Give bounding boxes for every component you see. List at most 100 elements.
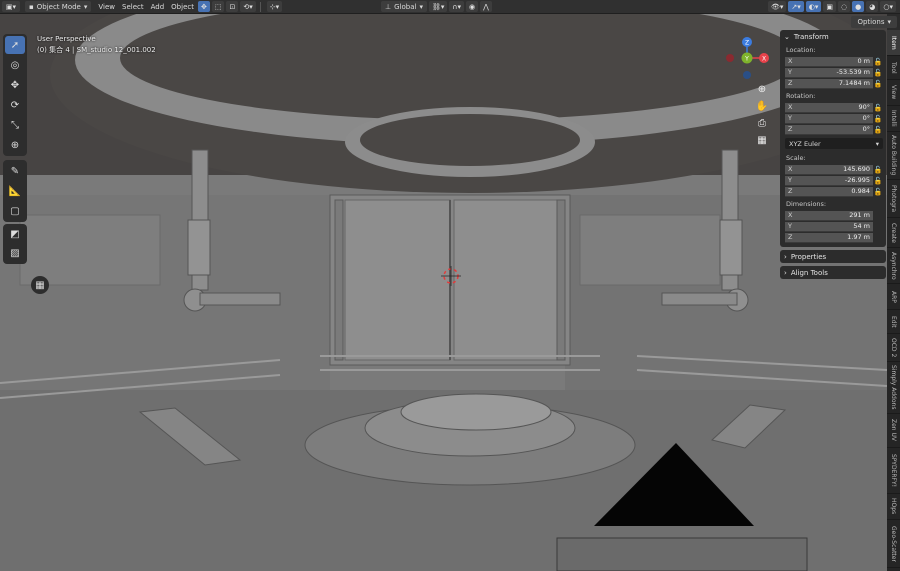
overlay-toggle[interactable]: ◐▾ xyxy=(805,1,822,12)
tab-tool[interactable]: Tool xyxy=(887,56,900,80)
tab-hops[interactable]: HOps xyxy=(887,494,900,520)
dimensions-x-field[interactable]: X 291 m xyxy=(785,210,873,221)
shading-rendered[interactable]: ○▾ xyxy=(880,1,896,12)
snap-icon-button[interactable]: ⬚ xyxy=(211,1,225,12)
tab-photogra[interactable]: Photogra xyxy=(887,180,900,218)
lock-icon[interactable]: 🔓 xyxy=(873,104,883,112)
crosshair-icon: ◎ xyxy=(10,59,20,71)
tab-intelli[interactable]: Intelli xyxy=(887,106,900,132)
rotation-y-field[interactable]: Y 0° xyxy=(785,113,873,124)
gizmo-toggle[interactable]: ↗▾ xyxy=(788,1,804,12)
pan-button[interactable]: ✋ xyxy=(755,99,769,113)
dimensions-y-field[interactable]: Y 54 m xyxy=(785,221,873,232)
select-tool[interactable]: ➚ xyxy=(5,36,25,54)
tab-spyderfy[interactable]: SPYDERFY! xyxy=(887,448,900,494)
dimensions-label: Dimensions: xyxy=(786,200,827,208)
lock-icon[interactable]: 🔓 xyxy=(873,166,883,174)
rotation-x-field[interactable]: X 90° xyxy=(785,102,873,113)
orientation-group: ⊥ Global ▾ ⛓▾ ∩▾ ◉ ⋀ xyxy=(378,1,492,12)
extra-tool-2[interactable]: ▨ xyxy=(5,245,25,262)
navigation-gizmo[interactable]: Z X Y xyxy=(722,36,770,84)
tab-auto-building[interactable]: Auto Building xyxy=(887,132,900,180)
tab-geo-scatter[interactable]: Geo-Scatter xyxy=(887,520,900,568)
tab-asynchro[interactable]: Asynchro xyxy=(887,248,900,284)
proportional-button[interactable]: ⊡ xyxy=(226,1,239,12)
tab-ocd-2[interactable]: OCD 2 xyxy=(887,334,900,362)
shading-material[interactable]: ◕ xyxy=(866,1,879,12)
lock-icon[interactable]: 🔓 xyxy=(873,177,883,185)
orientation-dropdown[interactable]: ⊥ Global ▾ xyxy=(381,1,427,12)
location-z-field[interactable]: Z 7.1484 m xyxy=(785,78,873,89)
3d-viewport[interactable]: User Perspective (0) 集合 4 | SM_studio 12… xyxy=(0,14,887,571)
menu-object[interactable]: Object xyxy=(171,3,194,11)
tab-zen-uv[interactable]: Zen UV xyxy=(887,414,900,448)
chevron-down-icon: ▾ xyxy=(887,18,891,26)
lock-icon[interactable]: 🔓 xyxy=(873,58,883,66)
tab-item[interactable]: Item xyxy=(887,30,900,56)
falloff-button[interactable]: ⋀ xyxy=(480,1,492,12)
dimensions-z-field[interactable]: Z 1.97 m xyxy=(785,232,873,243)
properties-header[interactable]: › Properties xyxy=(780,250,886,263)
location-y-row: Y -53.539 m 🔓 xyxy=(785,67,883,78)
tab-edit[interactable]: Edit xyxy=(887,310,900,334)
transform-gizmo-toggle[interactable]: ✥ xyxy=(197,1,210,12)
lock-icon[interactable]: 🔓 xyxy=(873,126,883,134)
lock-icon[interactable]: 🔓 xyxy=(873,69,883,77)
location-x-field[interactable]: X0 m xyxy=(785,56,873,67)
lock-icon[interactable]: 🔓 xyxy=(873,188,883,196)
neg-x-axis-handle[interactable] xyxy=(726,54,734,62)
lock-icon[interactable]: 🔓 xyxy=(873,80,883,88)
scale-tool[interactable]: ⤡ xyxy=(5,116,25,134)
camera-lock-button[interactable]: ▦ xyxy=(31,276,49,294)
extra-tool-1[interactable]: ◩ xyxy=(5,226,25,243)
scale-z-row: Z 0.984 🔓 xyxy=(785,186,883,197)
tab-view[interactable]: View xyxy=(887,80,900,106)
align-tools-panel[interactable]: › Align Tools xyxy=(780,266,886,279)
rotation-z-field[interactable]: Z 0° xyxy=(785,124,873,135)
menu-select[interactable]: Select xyxy=(122,3,144,11)
rotate-tool[interactable]: ⟳ xyxy=(5,96,25,114)
tool-shelf-bottom: ◩ ▨ xyxy=(3,224,27,264)
proportional-edit-toggle[interactable]: ◉ xyxy=(466,1,479,12)
transform-options-button[interactable]: ⟲▾ xyxy=(240,1,256,12)
transform-header[interactable]: ⌄ Transform xyxy=(780,30,886,43)
tab-arp[interactable]: ARP xyxy=(887,284,900,310)
measure-tool[interactable]: 📐 xyxy=(5,182,25,200)
mode-dropdown[interactable]: ▪ Object Mode ▾ xyxy=(25,1,92,12)
location-y-field[interactable]: Y -53.539 m xyxy=(785,67,873,78)
zoom-button[interactable]: ⊕ xyxy=(755,82,769,96)
annotate-tool[interactable]: ✎ xyxy=(5,162,25,180)
magnifier-icon: ⊕ xyxy=(757,83,767,95)
lock-icon[interactable]: 🔓 xyxy=(873,115,883,123)
scale-z-field[interactable]: Z 0.984 xyxy=(785,186,873,197)
editor-type-button[interactable]: ▣▾ xyxy=(2,1,20,12)
tab-simply-addons[interactable]: Simply Addons xyxy=(887,362,900,414)
xray-icon: ▣ xyxy=(826,2,834,11)
menu-add[interactable]: Add xyxy=(151,3,165,11)
scale-y-field[interactable]: Y -26.995 xyxy=(785,175,873,186)
tab-create[interactable]: Create xyxy=(887,218,900,248)
neg-z-axis-handle[interactable] xyxy=(743,71,751,79)
cursor-tool[interactable]: ◎ xyxy=(5,56,25,74)
solid-icon: ● xyxy=(855,2,862,11)
shading-wireframe[interactable]: ◌ xyxy=(838,1,851,12)
shading-solid[interactable]: ● xyxy=(852,1,865,12)
visibility-button[interactable]: 👁▾ xyxy=(768,1,787,12)
rotation-mode-select[interactable]: XYZ Euler ▾ xyxy=(785,138,883,149)
align-tools-header[interactable]: › Align Tools xyxy=(780,266,886,279)
options-button[interactable]: Options ▾ xyxy=(851,16,897,28)
add-cube-tool[interactable]: ▢ xyxy=(5,202,25,220)
perspective-toggle-button[interactable]: ▦ xyxy=(755,133,769,147)
editor-type-icon: ▣▾ xyxy=(5,2,17,11)
pivot-point-button[interactable]: ⛓▾ xyxy=(428,1,448,12)
snap-toggle[interactable]: ∩▾ xyxy=(449,1,465,12)
pivot-button[interactable]: ⊹▾ xyxy=(266,1,283,12)
properties-panel[interactable]: › Properties xyxy=(780,250,886,263)
move-gizmo-icon: ✥ xyxy=(200,2,207,11)
transform-tool[interactable]: ⊕ xyxy=(5,136,25,154)
xray-toggle[interactable]: ▣ xyxy=(823,1,837,12)
menu-view[interactable]: View xyxy=(98,3,115,11)
scale-x-field[interactable]: X 145.690 xyxy=(785,164,873,175)
move-tool[interactable]: ✥ xyxy=(5,76,25,94)
camera-view-button[interactable]: ⎙ xyxy=(755,116,769,130)
